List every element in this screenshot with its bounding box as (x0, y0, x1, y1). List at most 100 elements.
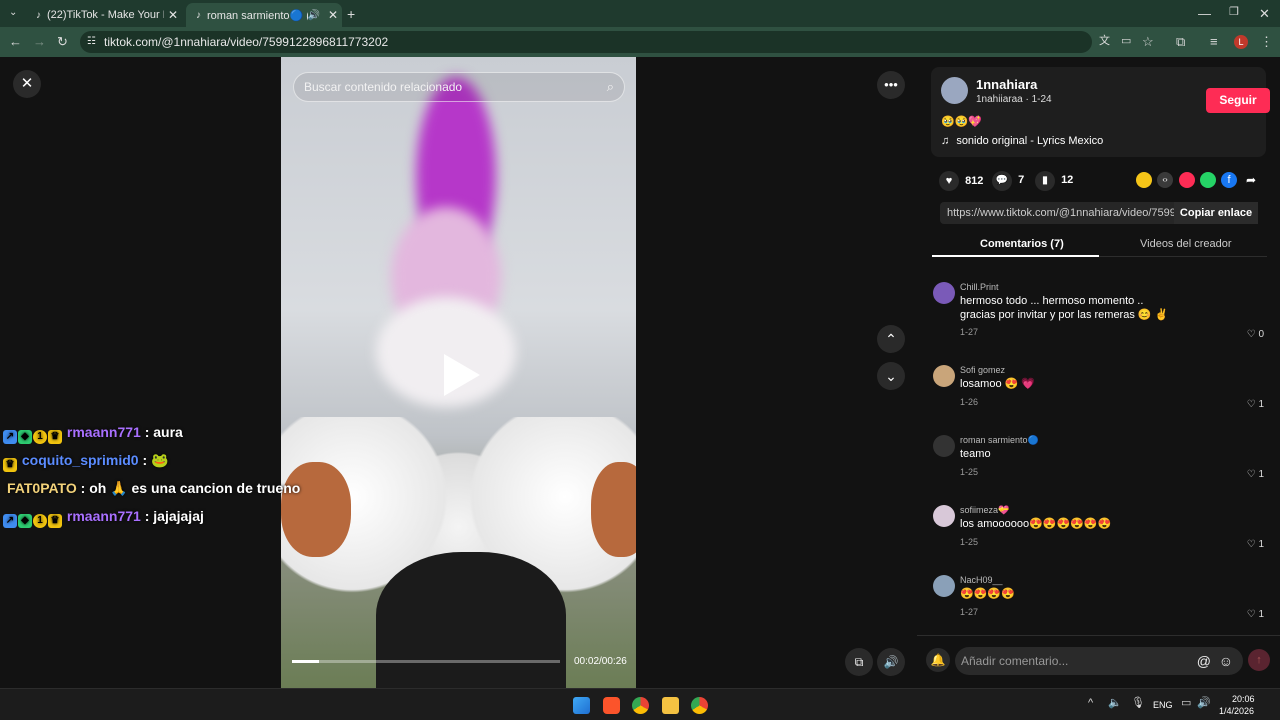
mention-icon[interactable]: @ (1197, 647, 1211, 675)
notification-bell-icon[interactable]: 🔔 (926, 648, 950, 672)
chat-user[interactable]: coquito_sprimid0 (22, 452, 139, 468)
chat-user[interactable]: FAT0PATO (7, 480, 77, 496)
close-tab-icon[interactable]: ✕ (164, 8, 182, 22)
extensions-icon[interactable]: ⧉ (1176, 35, 1185, 48)
comment-avatar[interactable] (933, 505, 955, 527)
window-close-icon[interactable]: ✕ (1259, 7, 1270, 20)
forward-icon[interactable]: → (33, 35, 46, 48)
sound-name: sonido original - Lyrics Mexico (956, 135, 1104, 147)
network-tray-icon[interactable]: ▭ (1181, 698, 1191, 709)
windows-taskbar: ^ 🔈 🎙 ENG ▭ 🔊 20:06 1/4/2026 (0, 688, 1280, 720)
repost-icon[interactable] (1136, 172, 1152, 188)
restore-icon[interactable]: ❐ (1229, 7, 1239, 18)
comment-avatar[interactable] (933, 575, 955, 597)
new-tab-icon[interactable]: + (347, 7, 355, 21)
embed-icon[interactable]: ‹› (1157, 172, 1173, 188)
emoji-icon[interactable]: ☺ (1219, 647, 1233, 675)
tab-creator-videos[interactable]: Videos del creador (1140, 238, 1232, 250)
chat-message: ↗ ◆ 1 ♛ rmaann771 : jajajajaj (3, 508, 204, 528)
address-bar-row: ← → ↻ ☷ tiktok.com/@1nnahiara/video/7599… (0, 27, 1280, 57)
language-indicator[interactable]: ENG (1153, 700, 1173, 710)
comment-user[interactable]: NacH09__ (960, 575, 1003, 585)
volume-icon[interactable]: 🔊 (877, 648, 905, 676)
comment-like[interactable]: ♡ 1 (1247, 469, 1264, 480)
volume-tray-icon[interactable]: 🔊 (1197, 698, 1211, 709)
pip-icon[interactable]: ⧉ (845, 648, 873, 676)
comment-avatar[interactable] (933, 365, 955, 387)
clock-date[interactable]: 1/4/2026 (1219, 706, 1254, 716)
speaker-tray-icon[interactable]: 🔈 (1108, 698, 1122, 709)
windows-start-icon[interactable] (573, 697, 590, 714)
like-stat[interactable]: ♥ 812 (939, 171, 983, 191)
comment-user[interactable]: Sofi gomez (960, 365, 1005, 375)
audio-icon[interactable]: 🔊 (308, 10, 320, 21)
more-options-icon[interactable]: ••• (877, 71, 905, 99)
reload-icon[interactable]: ↻ (57, 35, 68, 48)
comment-input[interactable]: Añadir comentario... @ ☺ (955, 647, 1243, 675)
minimize-icon[interactable]: — (1198, 7, 1211, 20)
profile-avatar[interactable]: L (1234, 35, 1248, 49)
whatsapp-icon[interactable] (1200, 172, 1216, 188)
browser-tab-1[interactable]: ♪ (22)TikTok - Make Your Day ✕ (26, 3, 182, 27)
post-comment-icon[interactable]: ↑ (1248, 649, 1270, 671)
mic-tray-icon[interactable]: 🎙 (1131, 698, 1145, 709)
play-icon[interactable] (444, 354, 480, 396)
back-icon[interactable]: ← (9, 35, 22, 48)
browser-tab-2[interactable]: ♪ roman sarmiento🔵 (@roman 🔊 ✕ (186, 3, 342, 27)
clock-time[interactable]: 20:06 (1232, 694, 1255, 704)
url-field[interactable]: ☷ tiktok.com/@1nnahiara/video/7599122896… (80, 31, 1092, 53)
previous-video-icon[interactable]: ⌃ (877, 325, 905, 353)
cast-icon[interactable]: ▭ (1121, 36, 1131, 47)
author-name[interactable]: 1nnahiara (976, 77, 1037, 92)
comment-like[interactable]: ♡ 1 (1247, 539, 1264, 550)
video-progress-bar[interactable] (292, 660, 560, 663)
close-tab-icon[interactable]: ✕ (324, 8, 342, 22)
translate-icon[interactable]: 文 (1099, 36, 1110, 47)
tab-comments[interactable]: Comentarios (7) (980, 238, 1064, 250)
comment-like-count: 1 (1258, 609, 1264, 620)
chat-user[interactable]: rmaann771 (67, 508, 141, 524)
file-explorer-icon[interactable] (662, 697, 679, 714)
like-count: 812 (965, 175, 984, 187)
chrome-profile-icon[interactable] (691, 697, 708, 714)
tab-title: (22)TikTok - Make Your Day (47, 9, 164, 21)
sound-row[interactable]: ♫ sonido original - Lyrics Mexico (941, 135, 1103, 147)
save-stat[interactable]: ▮ 12 (1035, 171, 1073, 191)
comment-user[interactable]: Chill.Print (960, 282, 999, 292)
comment-text: teamo (960, 448, 991, 460)
copy-link-button[interactable]: Copiar enlace (1174, 202, 1258, 224)
chat-user[interactable]: rmaann771 (67, 424, 141, 440)
chat-message: ↗ ◆ 1 ♛ rmaann771 : aura (3, 424, 183, 444)
comment-stat[interactable]: 💬 7 (992, 171, 1024, 191)
next-video-icon[interactable]: ⌄ (877, 362, 905, 390)
send-icon[interactable] (1179, 172, 1195, 188)
share-arrow-icon[interactable]: ➦ (1243, 172, 1259, 188)
search-icon[interactable]: ⌕ (607, 73, 614, 101)
facebook-icon[interactable]: f (1221, 172, 1237, 188)
tray-chevron-icon[interactable]: ^ (1088, 698, 1093, 709)
browser-menu-icon[interactable]: ⋮ (1260, 35, 1273, 48)
follow-button[interactable]: Seguir (1206, 88, 1270, 113)
number-badge-icon: 1 (33, 514, 47, 528)
comment-avatar[interactable] (933, 435, 955, 457)
related-search-input[interactable]: Buscar contenido relacionado ⌕ (293, 72, 625, 102)
search-placeholder: Buscar contenido relacionado (304, 80, 463, 94)
chat-message: FAT0PATO : oh 🙏 es una cancion de trueno (7, 480, 300, 497)
comment-user[interactable]: roman sarmiento🔵 (960, 435, 1039, 446)
comment-avatar[interactable] (933, 282, 955, 304)
author-avatar[interactable] (941, 77, 968, 104)
comment-like[interactable]: ♡ 0 (1247, 329, 1264, 340)
close-video-icon[interactable]: ✕ (13, 70, 41, 98)
tab-search-icon[interactable]: ⌄ (9, 8, 17, 18)
comment-count: 7 (1018, 174, 1025, 186)
comment-like[interactable]: ♡ 1 (1247, 609, 1264, 620)
brave-icon[interactable] (603, 697, 620, 714)
site-info-icon[interactable]: ☷ (87, 31, 96, 53)
comment-like[interactable]: ♡ 1 (1247, 399, 1264, 410)
bookmark-star-icon[interactable]: ☆ (1142, 35, 1154, 48)
media-controls-icon[interactable]: ≡ (1210, 35, 1218, 48)
url-text: tiktok.com/@1nnahiara/video/759912289681… (104, 35, 389, 49)
comment-user[interactable]: sofiimeza💝 (960, 505, 1009, 516)
comment-date: 1-26 (960, 397, 979, 407)
chrome-icon[interactable] (632, 697, 649, 714)
